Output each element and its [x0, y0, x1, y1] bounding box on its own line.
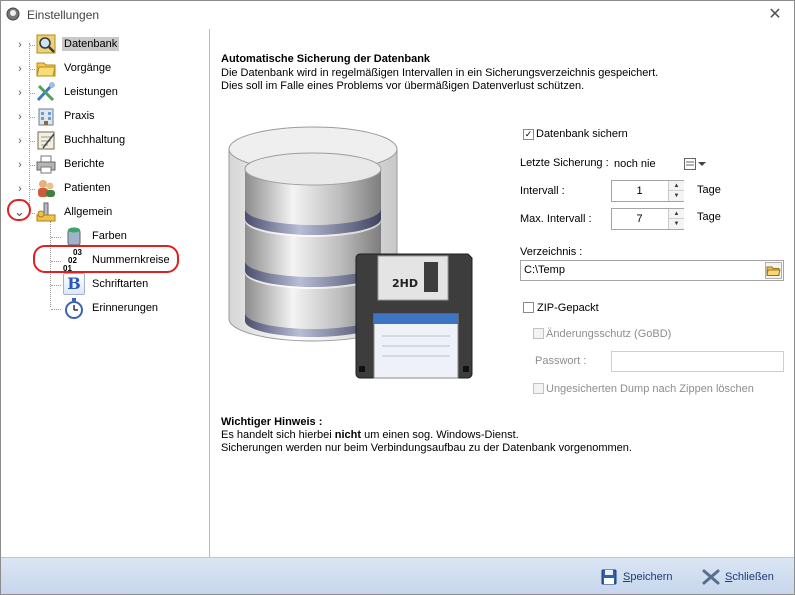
building-icon [38, 108, 54, 126]
printer-icon [36, 155, 56, 174]
max-interval-down-arrow-icon[interactable]: ▼ [669, 219, 684, 229]
expand-vorgaenge-chevron-icon[interactable]: › [15, 64, 25, 75]
panel-divider [209, 29, 210, 557]
last-backup-date-picker[interactable]: noch nie [611, 153, 709, 173]
database-backup-illustration: 2HD [228, 126, 473, 379]
directory-input[interactable]: C:\Temp [520, 260, 784, 281]
tree-item-label: Buchhaltung [64, 134, 126, 146]
description-line-2: Dies soll im Falle eines Problems vor üb… [221, 80, 585, 92]
interval-spinner[interactable]: 1 ▲ ▼ [611, 180, 684, 202]
max-interval-spinner[interactable]: 7 ▲ ▼ [611, 208, 684, 230]
calendar-dropdown-icon[interactable] [684, 158, 706, 170]
close-button[interactable]: Schließen [702, 567, 774, 587]
close-x-icon [702, 569, 720, 585]
interval-label: Intervall : [520, 185, 565, 197]
browse-folder-button[interactable] [765, 262, 782, 279]
expand-leistungen-chevron-icon[interactable]: › [15, 88, 25, 99]
paint-bucket-icon [67, 227, 81, 246]
tree-item-label: Patienten [64, 182, 111, 194]
interval-unit: Tage [697, 184, 721, 196]
footer-bar: Speichern Schließen [1, 557, 794, 594]
tree-item-vorgaenge[interactable]: Vorgänge [35, 57, 113, 79]
max-interval-unit: Tage [697, 211, 721, 223]
database-settings-panel: Automatische Sicherung der Datenbank Die… [211, 29, 794, 557]
tree-item-praxis[interactable]: Praxis [35, 105, 97, 127]
tree-item-label: Leistungen [64, 86, 118, 98]
tree-item-label: Datenbank [62, 37, 120, 51]
expand-patienten-chevron-icon[interactable]: › [15, 184, 25, 195]
password-input[interactable] [611, 351, 784, 372]
zip-packed-label: ZIP-Gepackt [537, 302, 599, 314]
save-button[interactable]: Speichern [601, 567, 673, 587]
change-protection-label: Änderungsschutz (GoBD) [546, 328, 672, 340]
tree-item-berichte[interactable]: Berichte [35, 153, 106, 175]
tree-item-label: Nummernkreise [92, 254, 170, 266]
last-backup-value: noch nie [614, 158, 656, 170]
zip-packed-checkbox[interactable] [523, 302, 534, 313]
change-protection-checkbox[interactable] [533, 328, 544, 339]
tree-item-label: Farben [92, 230, 127, 242]
close-icon[interactable]: ✕ [764, 5, 786, 25]
tree-item-label: Erinnerungen [92, 302, 159, 314]
number-sequence-icon: 03 02 01 [63, 248, 82, 273]
database-search-icon [36, 34, 56, 54]
max-interval-label: Max. Intervall : [520, 213, 592, 225]
tree-item-buchhaltung[interactable]: Buchhaltung [35, 129, 127, 151]
tree-item-farben[interactable]: Farben [63, 225, 129, 247]
tree-item-label: Allgemein [64, 206, 113, 218]
tools-icon [36, 82, 55, 102]
tree-item-label: Schriftarten [92, 278, 149, 290]
notice-line-2: Sicherungen werden nur beim Verbindungsa… [221, 442, 632, 454]
directory-label: Verzeichnis : [520, 246, 583, 258]
max-interval-up-arrow-icon[interactable]: ▲ [669, 209, 684, 219]
tree-item-label: Vorgänge [64, 62, 112, 74]
notice-line-1: Es handelt sich hierbei nicht um einen s… [221, 429, 519, 441]
last-backup-label: Letzte Sicherung : [520, 157, 609, 169]
backup-enabled-label: Datenbank sichern [536, 128, 628, 140]
highlight-circle [7, 199, 31, 221]
interval-down-arrow-icon[interactable]: ▼ [669, 191, 684, 201]
tree-item-datenbank[interactable]: Datenbank [35, 33, 120, 55]
app-icon [6, 7, 20, 21]
delete-dump-checkbox[interactable] [533, 383, 544, 394]
patients-icon [38, 180, 55, 197]
section-heading: Automatische Sicherung der Datenbank [221, 53, 431, 65]
backup-enabled-checkbox[interactable]: ✓ [523, 129, 534, 140]
tree-item-patienten[interactable]: Patienten [35, 177, 112, 199]
tree-item-label: Praxis [64, 110, 95, 122]
font-bold-icon: B [63, 273, 85, 295]
description-line-1: Die Datenbank wird in regelmäßigen Inter… [221, 67, 659, 79]
max-interval-value[interactable]: 7 [612, 209, 667, 229]
expand-berichte-chevron-icon[interactable]: › [15, 160, 25, 171]
directory-value: C:\Temp [524, 264, 565, 276]
settings-tree: › Datenbank › Vorgänge › Leistungen › Pr… [1, 29, 209, 557]
expand-datenbank-chevron-icon[interactable]: › [15, 40, 25, 51]
save-disk-icon [601, 569, 617, 585]
tree-item-label: Berichte [64, 158, 105, 170]
tree-item-schriftarten[interactable]: B Schriftarten [63, 273, 150, 295]
interval-up-arrow-icon[interactable]: ▲ [669, 181, 684, 191]
general-settings-icon [36, 202, 56, 222]
password-label: Passwort : [535, 355, 587, 367]
ledger-icon [37, 131, 55, 150]
settings-window: Einstellungen ✕ › Datenbank › Vorgänge ›… [0, 0, 795, 595]
tree-item-allgemein[interactable]: Allgemein [35, 201, 114, 223]
folders-icon [36, 62, 56, 77]
tree-item-nummernkreise[interactable]: 03 02 01 Nummernkreise [63, 248, 172, 273]
title-bar: Einstellungen ✕ [1, 1, 794, 29]
expand-praxis-chevron-icon[interactable]: › [15, 112, 25, 123]
delete-dump-label: Ungesicherten Dump nach Zippen löschen [546, 383, 754, 395]
window-title: Einstellungen [27, 8, 100, 22]
notice-title: Wichtiger Hinweis : [221, 416, 323, 428]
tree-item-erinnerungen[interactable]: Erinnerungen [63, 297, 160, 319]
interval-value[interactable]: 1 [612, 181, 667, 201]
floppy-label: 2HD [392, 277, 418, 290]
folder-open-icon [766, 266, 781, 276]
stopwatch-icon [65, 298, 83, 319]
tree-item-leistungen[interactable]: Leistungen [35, 81, 120, 103]
expand-buchhaltung-chevron-icon[interactable]: › [15, 136, 25, 147]
